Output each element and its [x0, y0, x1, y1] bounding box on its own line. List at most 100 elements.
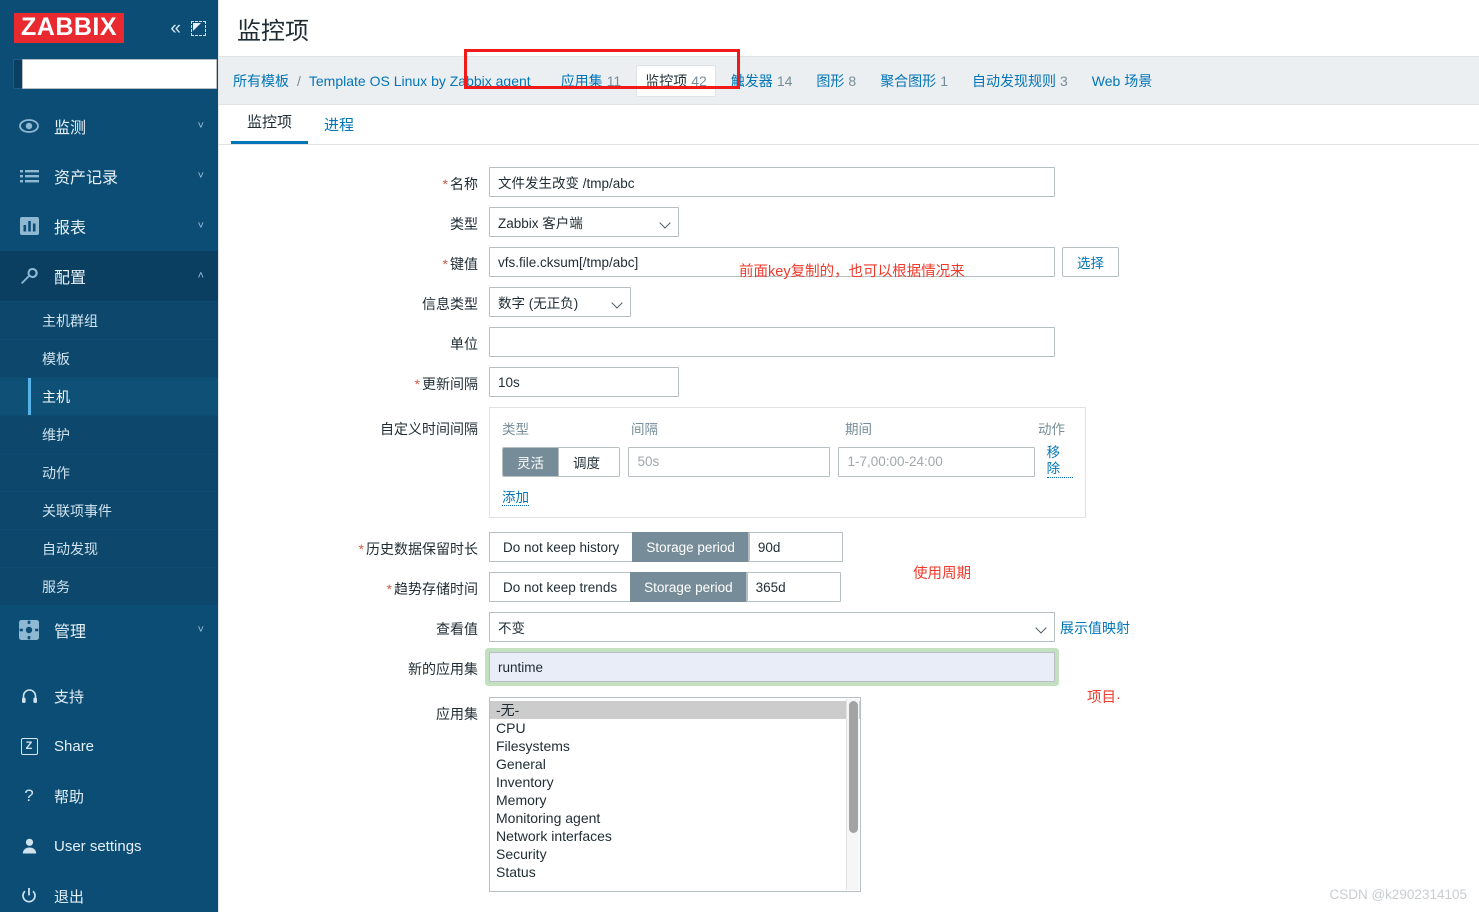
interval-type-flexible[interactable]: 灵活: [503, 447, 559, 476]
tab-triggers[interactable]: 触发器 14: [722, 65, 802, 97]
remove-interval-link[interactable]: 移除: [1046, 445, 1074, 479]
hide-sidebar-icon[interactable]: [191, 20, 206, 36]
collapse-sidebar-icon[interactable]: «: [170, 19, 181, 38]
field-label-text: 历史数据保留时长: [366, 541, 478, 558]
tab-label: 监控项: [645, 72, 688, 89]
tab-items[interactable]: 监控项 42: [636, 64, 716, 97]
list-item[interactable]: -无-: [490, 701, 860, 720]
sidebar-group-administration-label: 管理: [54, 624, 87, 641]
interval-period-input[interactable]: [838, 446, 1035, 477]
tab-screens[interactable]: 聚合图形 1: [871, 65, 957, 97]
field-label-info-type: 信息类型: [219, 287, 489, 314]
search-input[interactable]: [22, 59, 217, 89]
sidebar-group-administration[interactable]: 管理 ˅: [0, 605, 218, 655]
sidebar-group-configuration[interactable]: 配置 ˄: [0, 251, 218, 301]
field-label-applications: 应用集: [219, 697, 489, 724]
sidebar-item-actions[interactable]: 动作: [0, 453, 218, 491]
sidebar-group-reports[interactable]: 报表 ˅: [0, 201, 218, 251]
field-label-name: * 名称: [219, 167, 489, 194]
sidebar-item-help[interactable]: ? 帮助: [0, 771, 218, 821]
custom-intervals-table: 类型 间隔 期间 动作 灵活 调度 移除: [489, 407, 1086, 519]
history-period-input[interactable]: [748, 532, 843, 563]
new-application-input[interactable]: [489, 652, 1055, 683]
custom-interval-row: 灵活 调度 移除: [502, 445, 1074, 479]
sidebar-item-user-settings[interactable]: User settings: [0, 821, 218, 871]
trends-storage-period[interactable]: Storage period: [630, 572, 747, 603]
trends-mode-toggle[interactable]: Do not keep trends Storage period: [489, 572, 747, 603]
field-label-text: 类型: [450, 216, 478, 232]
breadcrumb-all-templates[interactable]: 所有模板: [229, 71, 293, 91]
sidebar-item-discovery[interactable]: 自动发现: [0, 529, 218, 567]
sidebar-group-monitoring[interactable]: 监测 ˅: [0, 101, 218, 151]
sidebar-group-inventory[interactable]: 资产记录 ˅: [0, 151, 218, 201]
info-type-select[interactable]: 数字 (无正负): [489, 287, 631, 317]
listbox-scroll-thumb[interactable]: [849, 701, 858, 834]
type-select[interactable]: Zabbix 客户端: [489, 207, 679, 237]
field-label-text: 查看值: [436, 621, 478, 638]
column-header-type: 类型: [502, 422, 529, 437]
chevron-up-icon: ˄: [197, 270, 204, 282]
applications-listbox[interactable]: -无- CPU Filesystems General Inventory Me…: [489, 697, 861, 893]
field-label-new-application: 新的应用集: [219, 652, 489, 679]
form-tab-item[interactable]: 监控项: [231, 105, 309, 144]
list-item[interactable]: CPU: [490, 719, 860, 737]
sidebar-search[interactable]: [13, 59, 217, 89]
tab-graphs[interactable]: 图形 8: [807, 65, 865, 97]
interval-value-input[interactable]: [628, 446, 831, 477]
sidebar-item-share[interactable]: Z Share: [0, 721, 218, 771]
breadcrumb-template-name[interactable]: Template OS Linux by Zabbix agent: [305, 73, 535, 89]
tab-discovery-rules[interactable]: 自动发现规则 3: [963, 65, 1077, 97]
tab-applications[interactable]: 应用集 11: [552, 65, 631, 97]
field-label-type: 类型: [219, 207, 489, 234]
tab-web-scenarios[interactable]: Web 场景: [1083, 65, 1161, 97]
sidebar-item-hosts[interactable]: 主机: [0, 377, 218, 415]
list-item[interactable]: Network interfaces: [490, 827, 860, 845]
page-title: 监控项: [237, 17, 309, 45]
zabbix-z-icon: Z: [16, 737, 42, 755]
list-item[interactable]: Monitoring agent: [490, 809, 860, 827]
sidebar-item-services[interactable]: 服务: [0, 567, 218, 605]
column-header-interval: 间隔: [631, 422, 658, 437]
field-label-text: 应用集: [436, 706, 478, 723]
tab-count: 1: [940, 72, 948, 89]
sidebar-item-templates[interactable]: 模板: [0, 339, 218, 377]
show-value-mappings-link[interactable]: 展示值映射: [1060, 612, 1130, 638]
sidebar-item-label: Share: [54, 737, 95, 755]
list-item[interactable]: Filesystems: [490, 737, 860, 755]
field-row-info-type: 信息类型 数字 (无正负): [219, 287, 1479, 317]
list-item[interactable]: Inventory: [490, 773, 860, 791]
history-do-not-keep[interactable]: Do not keep history: [489, 532, 633, 563]
field-row-name: * 名称: [219, 167, 1479, 197]
sidebar-item-host-groups[interactable]: 主机群组: [0, 301, 218, 339]
history-storage-period[interactable]: Storage period: [632, 532, 749, 563]
sidebar-item-label: User settings: [54, 837, 142, 855]
tab-label: Web 场景: [1091, 72, 1153, 89]
sidebar-item-signout[interactable]: 退出: [0, 871, 218, 912]
sidebar-item-maintenance[interactable]: 维护: [0, 415, 218, 453]
trends-do-not-keep[interactable]: Do not keep trends: [489, 572, 631, 603]
value-map-select[interactable]: 不变: [489, 612, 1055, 643]
list-item[interactable]: Security: [490, 845, 860, 863]
sidebar-item-label: 关联项事件: [42, 502, 112, 519]
custom-intervals-header: 类型 间隔 期间 动作: [502, 418, 1073, 438]
tab-label: 聚合图形: [880, 72, 937, 89]
chevron-down-icon: ˅: [197, 624, 204, 636]
name-input[interactable]: [489, 167, 1055, 197]
list-item[interactable]: Status: [490, 863, 860, 881]
trends-period-input[interactable]: [746, 572, 841, 603]
sidebar-item-support[interactable]: 支持: [0, 671, 218, 721]
units-input[interactable]: [489, 327, 1055, 357]
form-tab-preprocessing[interactable]: 进程: [308, 108, 370, 144]
list-item[interactable]: General: [490, 755, 860, 773]
update-interval-input[interactable]: [489, 367, 679, 397]
interval-type-toggle[interactable]: 灵活 调度: [502, 446, 621, 477]
interval-type-scheduling[interactable]: 调度: [559, 447, 614, 476]
list-item[interactable]: Memory: [490, 791, 860, 809]
history-mode-toggle[interactable]: Do not keep history Storage period: [489, 532, 749, 563]
add-interval-link[interactable]: 添加: [502, 490, 529, 507]
sidebar-item-event-correlation[interactable]: 关联项事件: [0, 491, 218, 529]
tab-label: 自动发现规则: [971, 72, 1056, 89]
chevron-down-icon: ˅: [197, 170, 204, 182]
listbox-scrollbar[interactable]: [846, 699, 859, 891]
select-key-button[interactable]: 选择: [1062, 247, 1119, 277]
